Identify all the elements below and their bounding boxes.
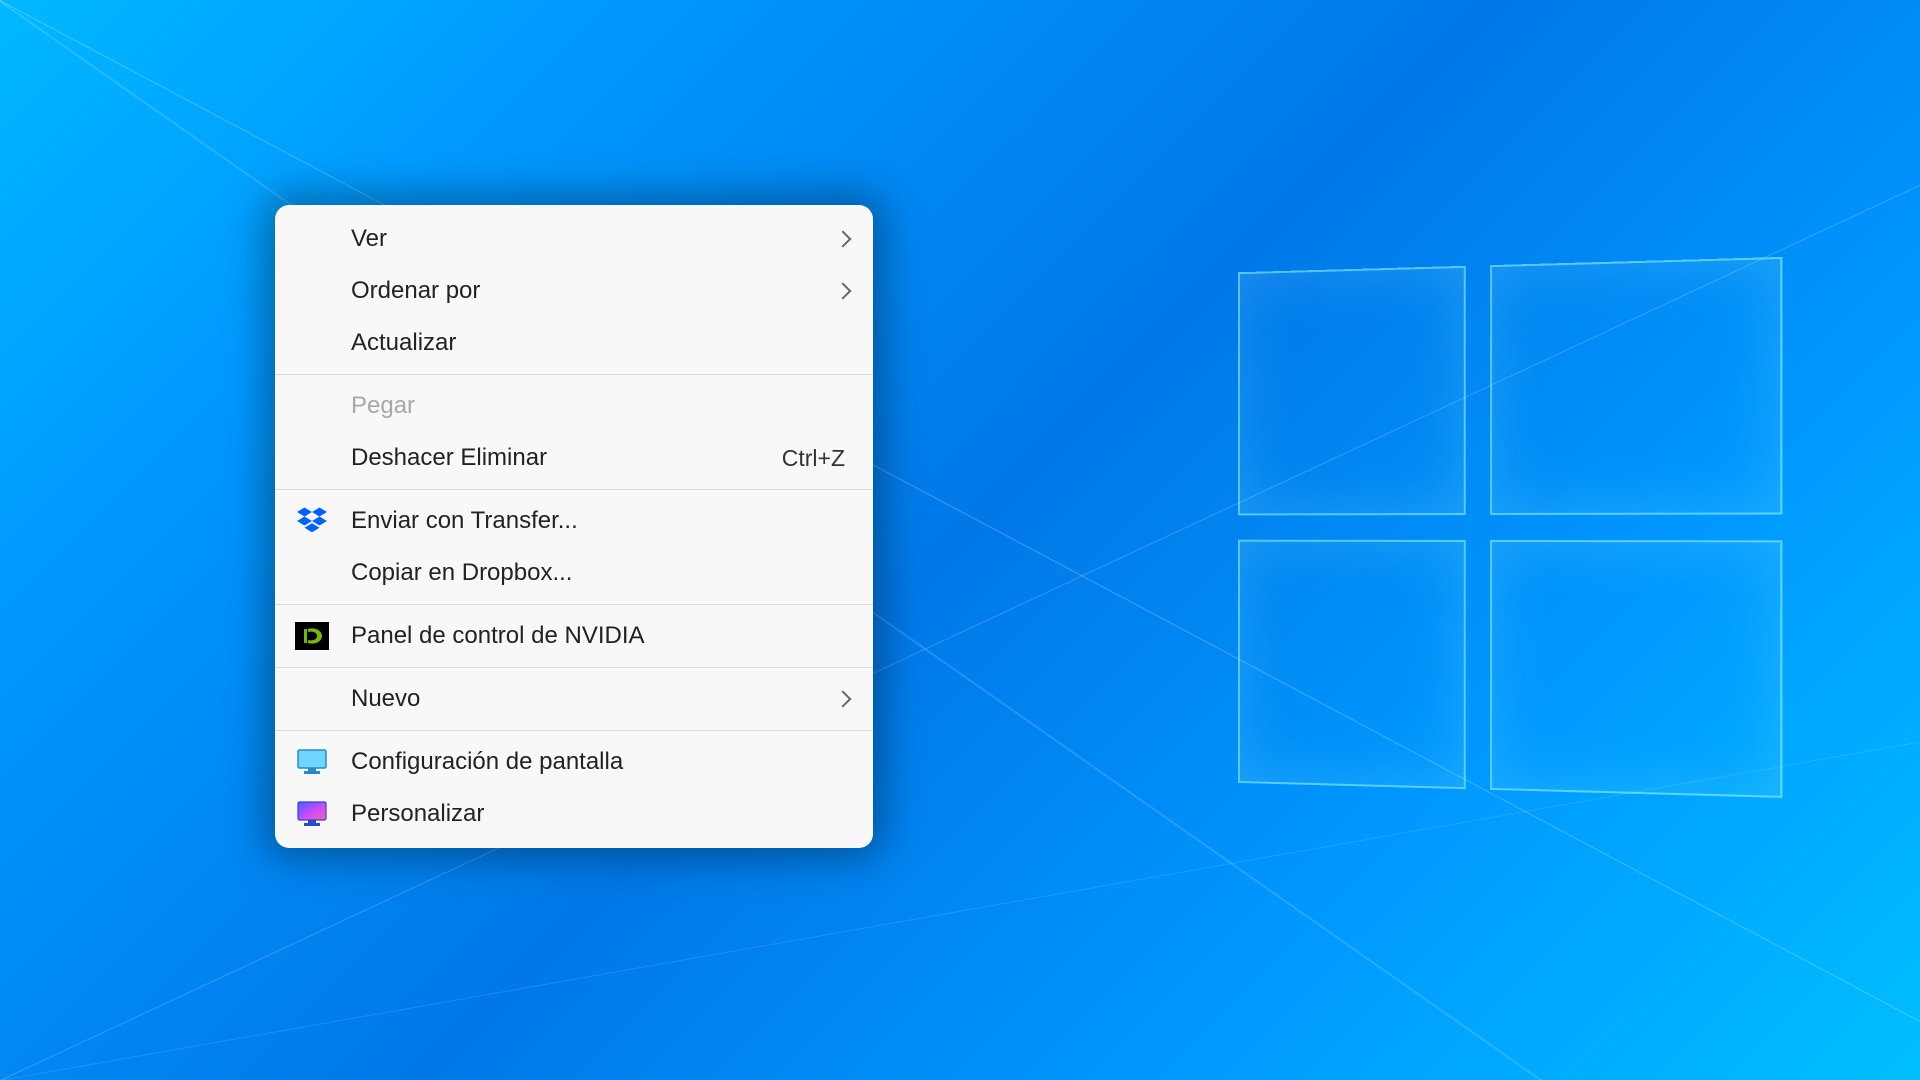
menu-item-sort-by[interactable]: Ordenar por [275, 265, 873, 317]
menu-item-view[interactable]: Ver [275, 213, 873, 265]
menu-item-paste: Pegar [275, 380, 873, 432]
menu-item-label: Configuración de pantalla [351, 748, 845, 776]
menu-item-personalize[interactable]: Personalizar [275, 788, 873, 840]
windows-logo [1238, 257, 1767, 802]
menu-item-label: Deshacer Eliminar [351, 444, 782, 472]
personalize-icon [295, 797, 329, 831]
monitor-icon [295, 745, 329, 779]
menu-item-undo-delete[interactable]: Deshacer Eliminar Ctrl+Z [275, 432, 873, 484]
windows-logo-pane [1238, 266, 1466, 516]
menu-item-copy-to-dropbox[interactable]: Copiar en Dropbox... [275, 547, 873, 599]
menu-item-label: Pegar [351, 392, 845, 420]
menu-separator [275, 374, 873, 375]
desktop-context-menu: Ver Ordenar por Actualizar Pegar Deshace… [275, 205, 873, 848]
menu-item-label: Copiar en Dropbox... [351, 559, 845, 587]
menu-separator [275, 604, 873, 605]
menu-item-label: Enviar con Transfer... [351, 507, 845, 535]
menu-item-label: Panel de control de NVIDIA [351, 622, 845, 650]
menu-item-shortcut: Ctrl+Z [782, 445, 845, 472]
menu-item-new[interactable]: Nuevo [275, 673, 873, 725]
menu-item-label: Personalizar [351, 800, 845, 828]
menu-item-label: Ordenar por [351, 277, 845, 305]
windows-logo-pane [1490, 540, 1782, 798]
menu-item-display-settings[interactable]: Configuración de pantalla [275, 736, 873, 788]
nvidia-icon [295, 619, 329, 653]
menu-separator [275, 667, 873, 668]
menu-item-refresh[interactable]: Actualizar [275, 317, 873, 369]
windows-logo-pane [1238, 540, 1466, 789]
dropbox-icon [295, 504, 329, 538]
menu-item-label: Ver [351, 225, 845, 253]
windows-logo-pane [1490, 257, 1782, 515]
menu-item-send-with-transfer[interactable]: Enviar con Transfer... [275, 495, 873, 547]
menu-separator [275, 730, 873, 731]
menu-item-label: Actualizar [351, 329, 845, 357]
desktop-wallpaper[interactable]: Ver Ordenar por Actualizar Pegar Deshace… [0, 0, 1920, 1080]
menu-item-label: Nuevo [351, 685, 845, 713]
menu-separator [275, 489, 873, 490]
menu-item-nvidia-control-panel[interactable]: Panel de control de NVIDIA [275, 610, 873, 662]
